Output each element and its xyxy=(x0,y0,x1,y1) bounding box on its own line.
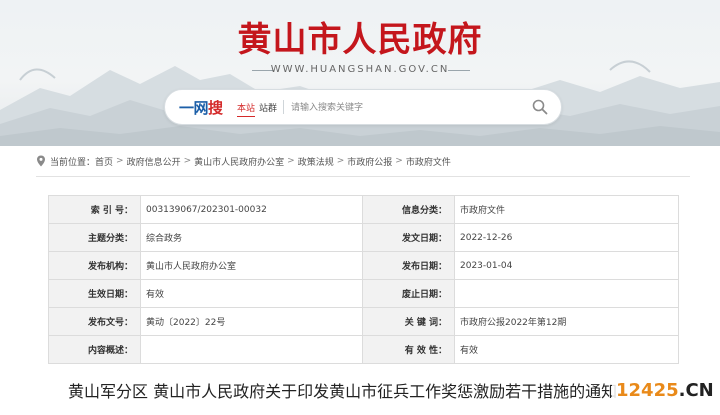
search-logo-accent: 搜 xyxy=(208,99,223,117)
watermark-number: 12425 xyxy=(616,380,679,401)
header-banner: 黄山市人民政府 WWW.HUANGSHAN.GOV.CN 一网搜 本站 站群 xyxy=(0,0,720,146)
breadcrumb-divider xyxy=(36,176,690,177)
keywords-label: 关 键 词： xyxy=(362,307,455,336)
summary-label: 内容概述： xyxy=(48,335,141,364)
topic-category-value: 综合政务 xyxy=(140,223,363,252)
publish-date-label: 发布日期： xyxy=(362,251,455,280)
effective-date-label: 生效日期： xyxy=(48,279,141,308)
document-number-label: 发布文号： xyxy=(48,307,141,336)
repeal-date-label: 废止日期： xyxy=(362,279,455,308)
info-category-value: 市政府文件 xyxy=(454,195,679,224)
table-row: 生效日期： 有效 废止日期： xyxy=(48,279,679,308)
search-divider xyxy=(283,100,284,114)
publisher-label: 发布机构： xyxy=(48,251,141,280)
table-row: 索 引 号： 003139067/202301-00032 信息分类： 市政府文… xyxy=(48,195,679,224)
publisher-value: 黄山市人民政府办公室 xyxy=(140,251,363,280)
breadcrumb-separator: > xyxy=(336,156,345,166)
search-scope-all-tab[interactable]: 站群 xyxy=(259,101,277,114)
search-scope-local-tab[interactable]: 本站 xyxy=(237,101,256,117)
search-input[interactable] xyxy=(289,98,513,118)
publish-date-value: 2023-01-04 xyxy=(454,251,679,280)
repeal-date-value xyxy=(454,279,679,308)
breadcrumb-gov-info[interactable]: 政府信息公开 xyxy=(127,155,181,168)
search-bar: 一网搜 本站 站群 xyxy=(164,89,562,125)
breadcrumb-documents[interactable]: 市政府文件 xyxy=(406,155,451,168)
location-pin-icon xyxy=(37,155,45,167)
breadcrumb-separator: > xyxy=(395,156,403,166)
issue-date-value: 2022-12-26 xyxy=(454,223,679,252)
document-number-value: 黄动〔2022〕22号 xyxy=(140,307,363,336)
index-number-label: 索 引 号： xyxy=(48,195,141,224)
watermark-logo: 12425.CN xyxy=(612,378,718,404)
watermark-domain: .CN xyxy=(678,380,714,401)
validity-value: 有效 xyxy=(454,335,679,364)
issue-date-label: 发文日期： xyxy=(362,223,455,252)
search-icon[interactable] xyxy=(531,98,549,116)
document-info-table: 索 引 号： 003139067/202301-00032 信息分类： 市政府文… xyxy=(48,195,679,364)
breadcrumb-label: 当前位置： xyxy=(50,157,96,168)
index-number-value: 003139067/202301-00032 xyxy=(140,195,363,224)
url-divider-right xyxy=(448,70,470,71)
table-row: 内容概述： 有 效 性： 有效 xyxy=(48,335,679,364)
table-row: 发布文号： 黄动〔2022〕22号 关 键 词： 市政府公报2022年第12期 xyxy=(48,307,679,336)
search-logo: 一网搜 xyxy=(179,97,223,118)
article-title: 黄山军分区 黄山市人民政府关于印发黄山市征兵工作奖惩激励若干措施的通知 xyxy=(68,382,618,401)
info-category-label: 信息分类： xyxy=(362,195,455,224)
breadcrumb-gazette[interactable]: 市政府公报 xyxy=(347,155,392,168)
summary-value xyxy=(140,335,363,364)
breadcrumb: 当前位置： 首页 > 政府信息公开 > 黄山市人民政府办公室 > 政策法规 > … xyxy=(36,152,686,170)
topic-category-label: 主题分类： xyxy=(48,223,141,252)
keywords-value: 市政府公报2022年第12期 xyxy=(454,307,679,336)
effective-date-value: 有效 xyxy=(140,279,363,308)
breadcrumb-office[interactable]: 黄山市人民政府办公室 xyxy=(194,155,284,168)
breadcrumb-separator: > xyxy=(287,156,295,166)
breadcrumb-home[interactable]: 首页 xyxy=(95,155,113,168)
breadcrumb-policies[interactable]: 政策法规 xyxy=(298,155,334,168)
search-logo-main: 一网 xyxy=(179,99,209,117)
site-title: 黄山市人民政府 xyxy=(237,20,483,60)
site-url: WWW.HUANGSHAN.GOV.CN xyxy=(270,64,450,75)
breadcrumb-separator: > xyxy=(116,156,124,166)
table-row: 发布机构： 黄山市人民政府办公室 发布日期： 2023-01-04 xyxy=(48,251,679,280)
breadcrumb-separator: > xyxy=(183,156,192,166)
validity-label: 有 效 性： xyxy=(362,335,455,364)
table-row: 主题分类： 综合政务 发文日期： 2022-12-26 xyxy=(48,223,679,252)
